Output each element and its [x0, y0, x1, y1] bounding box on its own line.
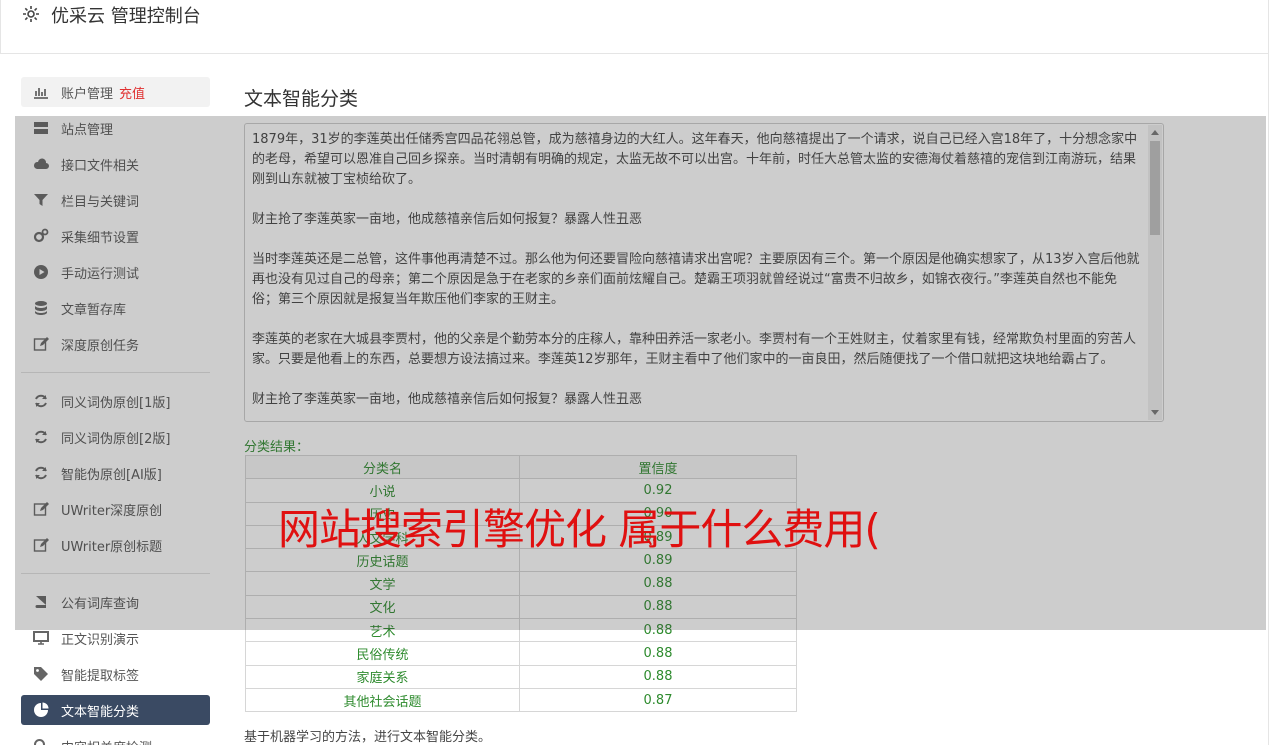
sidebar-item-label: 内容相关度检测 — [61, 737, 152, 745]
page-title: 文本智能分类 — [244, 88, 359, 110]
confidence-cell: 0.88 — [519, 641, 797, 666]
sidebar-item-tag-extract[interactable]: 智能提取标签 — [21, 659, 210, 689]
sidebar-item-account[interactable]: 账户管理 充值 — [21, 77, 210, 107]
window-edge — [1268, 0, 1280, 745]
category-cell: 其他社会话题 — [245, 687, 520, 713]
desktop-icon — [32, 629, 50, 647]
pie-chart-icon — [32, 701, 50, 719]
category-cell: 家庭关系 — [245, 664, 520, 689]
top-bar: 优采云 管理控制台 — [0, 0, 1268, 54]
sidebar-item-label: 智能提取标签 — [61, 668, 140, 684]
table-row: 其他社会话题 0.87 — [245, 687, 797, 713]
sidebar-item-label: 正文识别演示 — [61, 632, 140, 648]
bar-chart-icon — [32, 83, 50, 101]
footnote: 基于机器学习的方法，进行文本智能分类。 — [244, 730, 492, 745]
tag-icon — [32, 665, 50, 683]
search-icon — [32, 737, 50, 745]
gear-icon — [21, 4, 41, 24]
sidebar-item-relevance-check[interactable]: 内容相关度检测 — [21, 731, 210, 745]
sidebar-item-text-classification[interactable]: 文本智能分类 — [21, 695, 210, 725]
sidebar-item-label: 账户管理 — [61, 86, 114, 102]
app-title: 优采云 管理控制台 — [51, 6, 201, 27]
table-row: 民俗传统 0.88 — [245, 641, 797, 666]
overlay-headline: 网站搜索引擎优化 属于什么费用( — [278, 505, 881, 554]
recharge-link[interactable]: 充值 — [119, 83, 145, 102]
confidence-cell: 0.87 — [519, 687, 797, 713]
confidence-cell: 0.88 — [519, 664, 797, 689]
sidebar-item-label: 文本智能分类 — [61, 704, 140, 720]
category-cell: 民俗传统 — [245, 641, 520, 666]
table-row: 家庭关系 0.88 — [245, 664, 797, 689]
